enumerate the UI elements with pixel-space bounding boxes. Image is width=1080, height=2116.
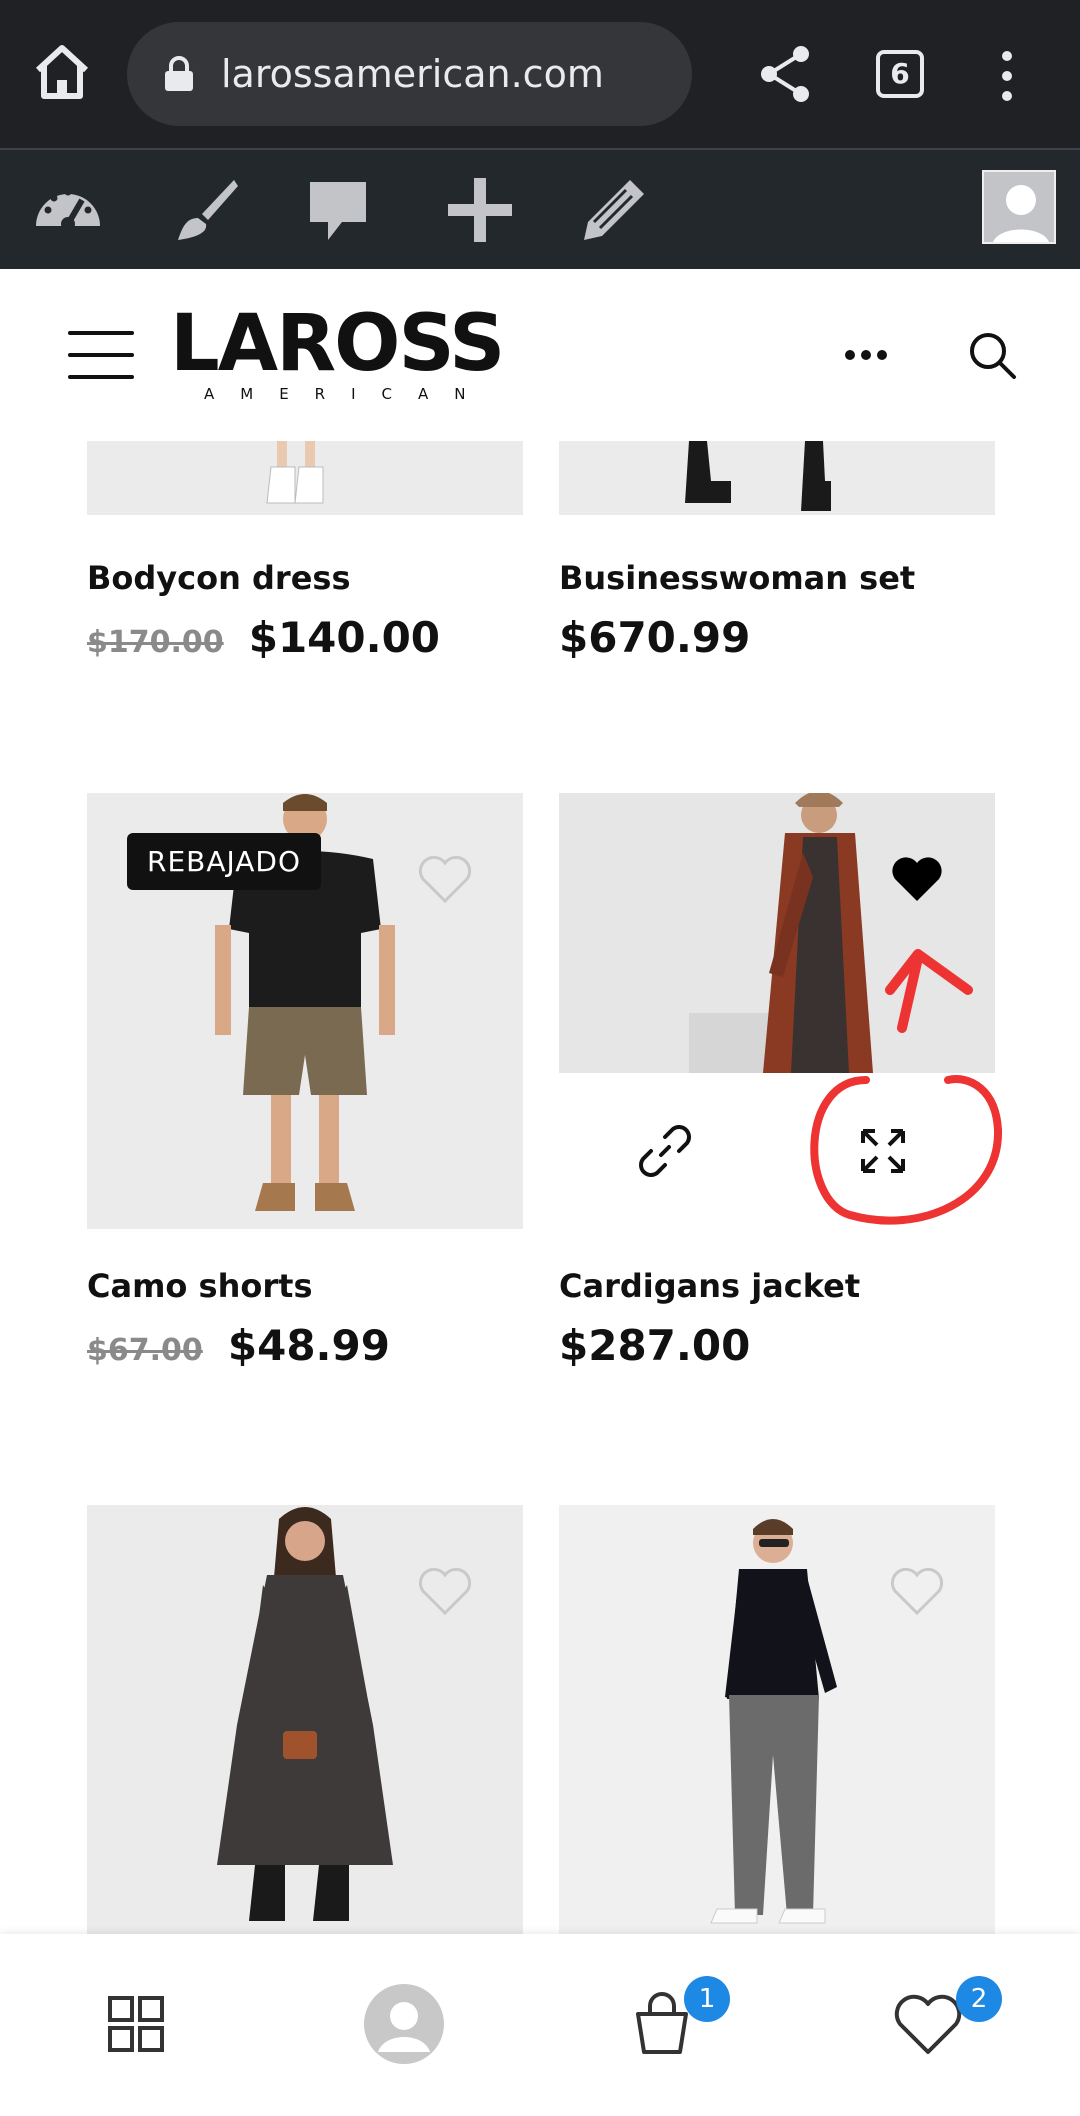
product-image[interactable]	[87, 1505, 523, 1934]
lock-icon	[165, 56, 193, 91]
sale-price: $140.00	[248, 613, 441, 662]
product-prices: $67.00 $48.99	[87, 1321, 390, 1370]
original-price: $170.00	[87, 625, 224, 660]
product-card[interactable]: Businesswoman set $670.99	[559, 441, 995, 701]
logo-wordmark: LAROSS	[170, 299, 505, 389]
product-card[interactable]: Cardigans jacket $287.00	[559, 793, 995, 1433]
site-header: LAROSS AMERICAN	[0, 269, 1080, 441]
share-icon[interactable]	[757, 44, 813, 104]
customize-brush-icon[interactable]	[168, 174, 240, 246]
menu-icon[interactable]	[68, 331, 134, 379]
more-horiz-icon[interactable]	[842, 345, 890, 365]
link-icon[interactable]	[635, 1121, 695, 1181]
new-plus-icon[interactable]	[444, 174, 516, 246]
address-bar[interactable]: larossamerican.com	[127, 22, 692, 126]
product-image[interactable]: REBAJADO	[87, 793, 523, 1229]
product-photo	[689, 793, 873, 1073]
wishlist-heart-icon[interactable]	[889, 1565, 945, 1617]
bottom-navigation: 1 2	[0, 1934, 1080, 2116]
wishlist-heart-icon[interactable]	[417, 1565, 473, 1617]
site-logo[interactable]: LAROSS AMERICAN	[170, 299, 505, 403]
product-prices: $170.00 $140.00	[87, 613, 440, 662]
more-vert-icon[interactable]	[992, 48, 1022, 104]
product-card[interactable]: Bodycon dress $170.00 $140.00	[87, 441, 523, 701]
cart-count-badge: 1	[684, 1976, 730, 2022]
price: $670.99	[559, 613, 751, 662]
original-price: $67.00	[87, 1333, 203, 1368]
account-avatar[interactable]	[364, 1984, 444, 2064]
tabs-icon[interactable]: 6	[876, 50, 924, 98]
product-name[interactable]: Cardigans jacket	[559, 1267, 860, 1305]
search-icon[interactable]	[968, 331, 1018, 381]
avatar-silhouette-icon	[993, 185, 1049, 242]
quick-view-expand-icon[interactable]	[853, 1121, 913, 1181]
product-card[interactable]	[559, 1505, 995, 1934]
wishlist-heart-icon[interactable]	[889, 853, 945, 905]
shop-grid-icon[interactable]	[96, 1984, 176, 2064]
comments-icon[interactable]	[302, 174, 374, 246]
product-grid: Bodycon dress $170.00 $140.00 Businesswo…	[0, 441, 1080, 1934]
product-image[interactable]	[559, 793, 995, 1073]
user-avatar[interactable]	[982, 170, 1056, 244]
dashboard-icon[interactable]	[32, 174, 104, 246]
browser-toolbar: larossamerican.com 6	[0, 0, 1080, 148]
quick-actions	[559, 1073, 995, 1229]
product-image[interactable]	[559, 441, 995, 515]
product-image[interactable]	[559, 1505, 995, 1934]
price: $287.00	[559, 1321, 751, 1370]
product-name[interactable]: Camo shorts	[87, 1267, 312, 1305]
home-icon[interactable]	[30, 40, 94, 104]
product-name[interactable]: Businesswoman set	[559, 559, 915, 597]
url-text: larossamerican.com	[221, 52, 604, 96]
product-card[interactable]	[87, 1505, 523, 1934]
product-name[interactable]: Bodycon dress	[87, 559, 351, 597]
product-image[interactable]	[87, 441, 523, 515]
product-prices: $670.99	[559, 613, 750, 662]
wp-admin-bar	[0, 148, 1080, 269]
sale-price: $48.99	[227, 1321, 390, 1370]
edit-pencil-icon[interactable]	[578, 174, 650, 246]
product-card[interactable]: REBAJADO Camo shorts $67.00 $48.99	[87, 793, 523, 1433]
product-prices: $287.00	[559, 1321, 750, 1370]
wishlist-heart-icon[interactable]	[417, 853, 473, 905]
wishlist-count-badge: 2	[956, 1976, 1002, 2022]
logo-tagline: AMERICAN	[204, 385, 492, 403]
sale-badge: REBAJADO	[127, 833, 322, 890]
